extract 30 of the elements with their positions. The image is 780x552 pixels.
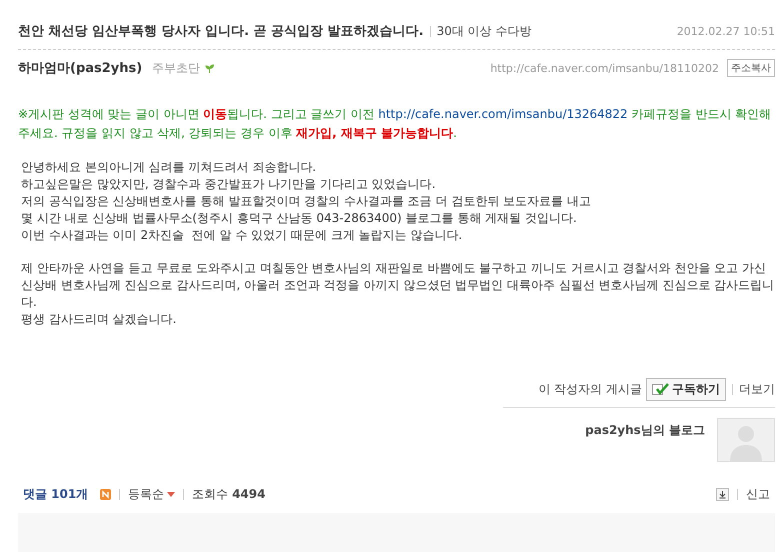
more-link[interactable]: 더보기 (739, 381, 775, 398)
body-text: 이번 수사결과는 이미 2차진술 전에 알 수 있었기 때문에 크게 놀랍지는 않습니다. (20, 227, 464, 244)
post-url: http://cafe.naver.com/imsanbu/18110202 (490, 62, 719, 74)
post-date: 2012.02.27 10:51 (676, 24, 775, 38)
author-posts-label: 이 작성자의 게시글 (538, 381, 642, 398)
member-rank: 주부초단 (152, 60, 200, 76)
subscribe-button[interactable]: 구독하기 (646, 378, 726, 401)
rss-icon (100, 489, 112, 500)
post-title: 천안 채선당 임산부폭행 당사자 입니다. 곧 공식입장 발표하겠습니다. (18, 23, 424, 40)
body-text: 안녕하세요 본의아니게 심려를 끼쳐드려서 죄송합니다. (20, 159, 318, 176)
copy-address-button[interactable]: 주소복사 (727, 59, 775, 77)
rules-link[interactable]: http://cafe.naver.com/imsanbu/13264822 (378, 107, 628, 121)
sort-dropdown[interactable]: 등록순 (128, 486, 176, 503)
caret-icon (167, 492, 176, 497)
view-count: 조회수 4494 (192, 486, 266, 503)
blog-link[interactable]: pas2yhs님의 블로그 (585, 422, 705, 462)
notice-text: ※게시판 성격에 맞는 글이 아니면 이동됩니다. 그리고 글쓰기 이전 http://cafe.naver.com/imsanbu/13264822 카페규정을 반드시 확인해주세요. 규정을 읽지 않고 삭제, 강퇴되는 경우 이후 재가입, 재복구 불가능합니다. (18, 106, 772, 142)
author-name[interactable]: 하마엄마(pas2yhs) (18, 59, 142, 77)
check-icon (652, 383, 670, 396)
body-text: 하고싶은말은 많았지만, 경찰수과 중간발표가 나기만을 기다리고 있었습니다. (20, 176, 437, 193)
report-link[interactable]: 신고 (746, 486, 770, 503)
board-link[interactable]: 30대 이상 수다방 (436, 22, 532, 40)
sprout-icon (205, 64, 214, 72)
body-text: 제 안타까운 사연을 듣고 무료로 도와주시고 며칠동안 변호사님의 재판일로 바쁨에도 불구하고 끼니도 거르시고 경찰서와 천안을 오고 가신 신상배 변호사님께 진심으로 감사드리며, 아울러 조언과 걱정을 아끼지 않으셨던 법무법인 대륙아주 심필선 변호사님께 진심으로 감사드립니다. (20, 260, 775, 311)
avatar-icon (717, 418, 775, 462)
comment-count[interactable]: 댓글 101개 (23, 486, 88, 503)
body-text: 몇 시간 내로 신상배 법률사무소(청주시 흥덕구 산남동 043-2863400) 블로그를 통해 게재될 것입니다. (20, 210, 578, 227)
body-text: 저의 공식입장은 신상배변호사를 통해 발표할것이며 경찰의 수사결과를 조금 더 검토한뒤 보도자료를 내고 (20, 193, 592, 210)
download-icon[interactable] (716, 488, 729, 501)
body-text: 평생 감사드리며 살겠습니다. (20, 311, 178, 328)
